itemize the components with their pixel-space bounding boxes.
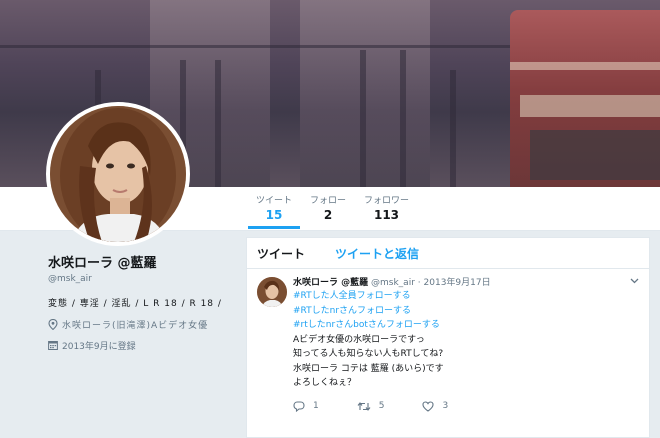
tweet-text: #RTした人全員フォローする #RTしたnrさんフォローする #rtしたnrさん… — [293, 289, 639, 391]
location-pin-icon — [48, 318, 62, 336]
tab-tweets-replies[interactable]: ツイートと返信 — [335, 245, 419, 262]
tweet-actions: 1 5 3 — [293, 400, 639, 412]
stat-followers-label: フォロワー — [364, 196, 410, 206]
retweet-button[interactable]: 5 — [357, 401, 385, 412]
reply-count: 1 — [313, 401, 319, 411]
tweet-line: 水咲ローラ コテは 藍羅 (あいら)です — [293, 363, 444, 374]
tweet-item[interactable]: 水咲ローラ @藍羅 @msk_air · 2013年9月17日 #RTした人全員… — [247, 269, 649, 412]
calendar-icon — [48, 340, 62, 356]
profile-handle[interactable]: @msk_air — [48, 274, 233, 284]
hashtag-link[interactable]: #RTした人全員フォローする — [293, 289, 639, 304]
profile-location-text: 水咲ローラ(旧滝澤)Aビデオ女優 — [62, 321, 209, 331]
profile-location: 水咲ローラ(旧滝澤)Aビデオ女優 — [48, 318, 233, 336]
tweet-author-name[interactable]: 水咲ローラ @藍羅 — [293, 278, 368, 288]
tweet-header: 水咲ローラ @藍羅 @msk_air · 2013年9月17日 — [293, 275, 639, 288]
tab-tweets[interactable]: ツイート — [257, 245, 305, 262]
profile-joined: 2013年9月に登録 — [48, 340, 233, 356]
heart-icon — [422, 400, 435, 412]
stat-followers-count: 113 — [373, 208, 400, 222]
stat-following[interactable]: フォロー 2 — [310, 193, 346, 222]
timeline-tabs: ツイート ツイートと返信 — [247, 238, 649, 269]
tweet-author-handle[interactable]: @msk_air — [371, 278, 415, 288]
tweet-date[interactable]: 2013年9月17日 — [424, 278, 491, 288]
tweet-separator: · — [417, 278, 421, 288]
tweet-line: Aビデオ女優の水咲ローラですっ — [293, 334, 425, 345]
tweet-line: よろしくねぇ？ — [293, 378, 357, 388]
stat-following-label: フォロー — [310, 196, 347, 206]
tweet-line: 知ってる人も知らない人もRTしてね? — [293, 349, 444, 359]
like-button[interactable]: 3 — [422, 400, 449, 412]
profile-joined-text: 2013年9月に登録 — [62, 342, 136, 352]
profile-name: 水咲ローラ @藍羅 — [48, 256, 157, 271]
profile-bio: 変態 / 専淫 / 淫乱 / L R 18 / R 18 / — [48, 299, 222, 309]
stat-followers[interactable]: フォロワー 113 — [364, 193, 409, 222]
reply-icon — [293, 400, 305, 412]
timeline: ツイート ツイートと返信 水咲ローラ @藍羅 @msk_air · 2013年9… — [246, 237, 650, 438]
stat-following-count: 2 — [323, 208, 333, 222]
profile-card: 水咲ローラ @藍羅 @msk_air 変態 / 専淫 / 淫乱 / L R 18… — [48, 252, 233, 356]
stat-tweets[interactable]: ツイート 15 — [247, 193, 301, 229]
hashtag-link[interactable]: #RTしたnrさんフォローする — [293, 304, 639, 319]
stat-tweets-label: ツイート — [256, 196, 293, 206]
stat-tweets-count: 15 — [265, 208, 283, 222]
reply-button[interactable]: 1 — [293, 400, 319, 412]
hashtag-link[interactable]: #rtしたnrさんbotさんフォローする — [293, 318, 639, 333]
profile-avatar[interactable] — [46, 102, 190, 246]
like-count: 3 — [442, 401, 449, 411]
retweet-icon — [357, 401, 371, 411]
retweet-count: 5 — [378, 401, 385, 411]
tweet-avatar[interactable] — [257, 277, 287, 307]
chevron-down-icon[interactable] — [630, 277, 639, 287]
